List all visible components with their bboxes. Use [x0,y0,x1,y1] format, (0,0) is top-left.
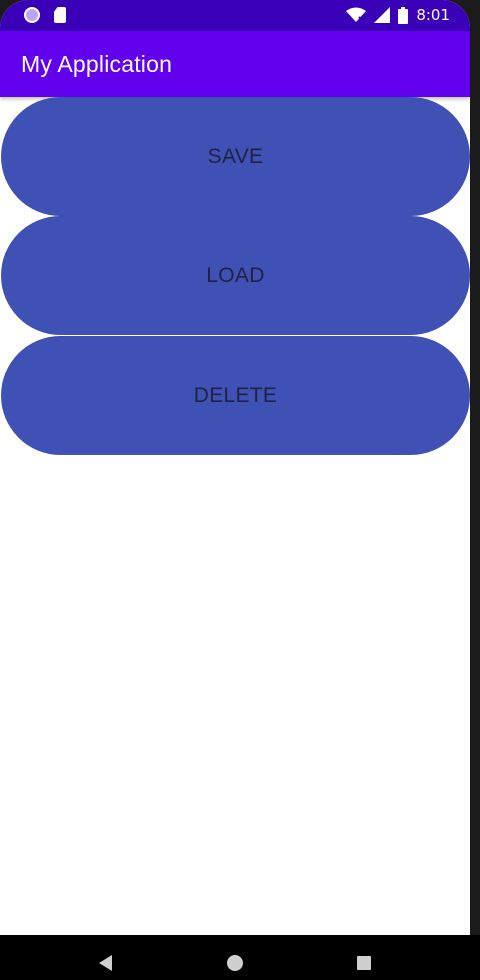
save-button[interactable]: SAVE [1,97,470,216]
navigation-bar [0,935,480,980]
app-bar: My Application [0,31,470,97]
status-right: 8:01 [346,6,450,24]
battery-icon [398,6,409,24]
notification-circle-icon [24,7,40,23]
wifi-icon [346,7,367,23]
status-left [24,7,66,23]
status-bar: 8:01 [0,0,470,31]
recents-icon[interactable] [357,956,371,970]
delete-button[interactable]: DELETE [1,336,470,455]
back-icon[interactable] [99,955,112,971]
load-button[interactable]: LOAD [1,216,470,335]
device-frame: 8:01 My Application SAVE LOAD DELETE [0,0,480,980]
screen: 8:01 My Application SAVE LOAD DELETE [0,0,470,935]
signal-icon [374,7,391,23]
home-icon[interactable] [227,955,243,971]
app-title: My Application [21,51,173,77]
status-time: 8:01 [416,6,450,24]
sd-card-icon [54,7,66,23]
